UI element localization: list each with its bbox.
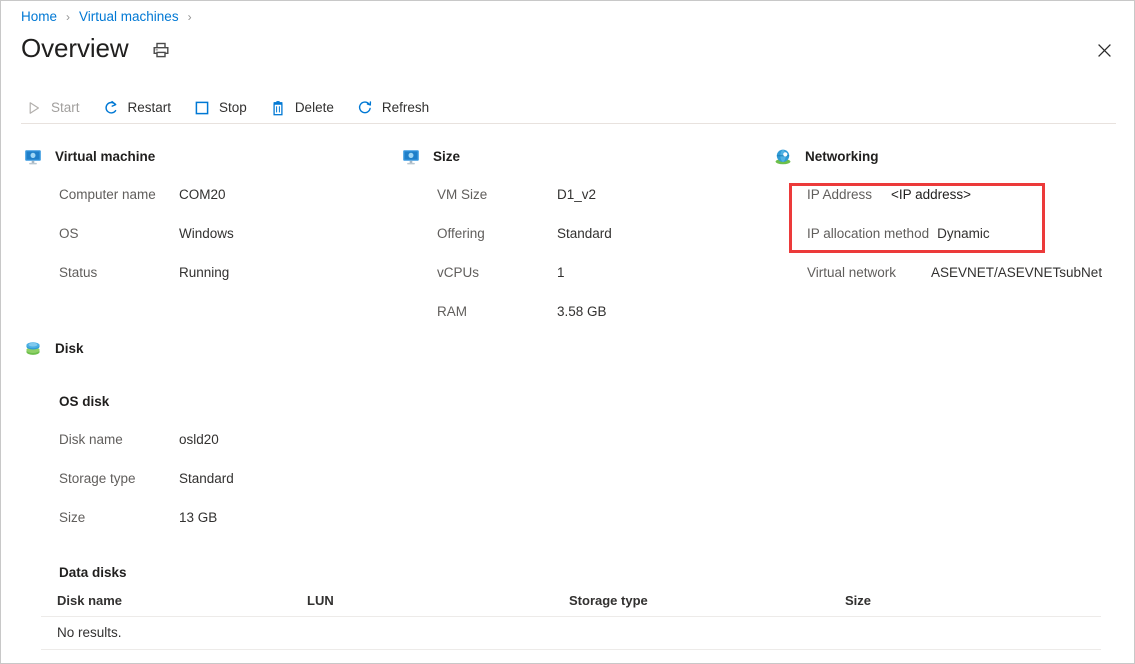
property-row: Storage type Standard [59,470,234,509]
refresh-button-label: Refresh [382,99,429,117]
column-header-size[interactable]: Size [845,592,1045,609]
stop-icon [193,99,211,117]
breadcrumb-separator-icon: › [66,8,70,26]
breadcrumb-item-home[interactable]: Home [21,8,57,26]
property-row: vCPUs 1 [437,264,612,303]
property-row: Offering Standard [437,225,612,264]
property-label: Disk name [59,431,179,449]
property-label: IP allocation method [807,225,929,243]
start-button[interactable]: Start [25,95,80,121]
virtual-machine-properties: Computer name COM20 OS Windows Status Ru… [59,186,234,303]
property-row-ip-address: IP Address <IP address> [807,186,1102,225]
play-icon [25,99,43,117]
property-label: Computer name [59,186,179,204]
globe-network-icon [773,147,793,167]
breadcrumb-separator-icon: › [188,8,192,26]
property-row-virtual-network: Virtual network ASEVNET/ASEVNETsubNet [807,264,1102,303]
breadcrumb: Home › Virtual machines › [21,8,201,26]
property-label: Storage type [59,470,179,488]
disk-stack-icon [23,339,43,359]
refresh-button[interactable]: Refresh [356,95,429,121]
section-size: Size VM Size D1_v2 Offering Standard vCP… [401,147,612,342]
data-disks-heading: Data disks [59,564,234,582]
property-row: RAM 3.58 GB [437,303,612,342]
section-header-size: Size [401,147,612,167]
property-value: Windows [179,225,234,243]
stop-button[interactable]: Stop [193,95,247,121]
data-disks-table: Disk name LUN Storage type Size No resul… [41,584,1101,650]
title-row: Overview [21,31,172,65]
property-value: Dynamic [937,225,990,243]
section-disk: Disk OS disk Disk name osld20 Storage ty… [23,339,234,582]
section-header-networking: Networking [773,147,1102,167]
delete-button-label: Delete [295,99,334,117]
property-row-ip-allocation-method: IP allocation method Dynamic [807,225,1102,264]
section-networking: Networking IP Address <IP address> IP al… [773,147,1102,303]
property-value: Standard [179,470,234,488]
table-header-row: Disk name LUN Storage type Size [41,584,1101,617]
property-value: <IP address> [891,186,971,204]
property-label: Status [59,264,179,282]
command-bar-divider [21,123,1116,124]
property-row: Disk name osld20 [59,431,234,470]
column-header-storage-type[interactable]: Storage type [569,592,845,609]
property-value: D1_v2 [557,186,596,204]
section-title-disk: Disk [55,340,84,358]
breadcrumb-item-virtual-machines[interactable]: Virtual machines [79,8,179,26]
refresh-icon [356,99,374,117]
trash-icon [269,99,287,117]
property-label: Size [59,509,179,527]
property-value: ASEVNET/ASEVNETsubNet [931,264,1102,282]
empty-state-text: No results. [41,624,307,642]
property-value: Standard [557,225,612,243]
section-title-networking: Networking [805,148,879,166]
property-row: VM Size D1_v2 [437,186,612,225]
property-value: 13 GB [179,509,217,527]
section-header-virtual-machine: Virtual machine [23,147,234,167]
property-value: 3.58 GB [557,303,607,321]
table-empty-row: No results. [41,617,1101,650]
property-label: OS [59,225,179,243]
property-row: OS Windows [59,225,234,264]
property-label: Virtual network [807,264,919,282]
property-value: 1 [557,264,565,282]
command-bar: Start Restart Stop [25,95,451,121]
section-title-size: Size [433,148,460,166]
property-label: vCPUs [437,264,557,282]
page-title: Overview [21,31,129,65]
section-title-virtual-machine: Virtual machine [55,148,155,166]
property-label: IP Address [807,186,879,204]
os-disk-heading: OS disk [59,393,234,411]
size-properties: VM Size D1_v2 Offering Standard vCPUs 1 … [437,186,612,342]
restart-button-label: Restart [128,99,172,117]
property-value: Running [179,264,229,282]
close-icon[interactable] [1091,37,1117,63]
overview-blade: Home › Virtual machines › Overview [0,0,1135,664]
property-row: Status Running [59,264,234,303]
restart-button[interactable]: Restart [102,95,172,121]
section-header-disk: Disk [23,339,234,359]
property-label: VM Size [437,186,557,204]
property-value: osld20 [179,431,219,449]
property-label: RAM [437,303,557,321]
delete-button[interactable]: Delete [269,95,334,121]
restart-icon [102,99,120,117]
os-disk-properties: Disk name osld20 Storage type Standard S… [59,431,234,548]
property-row: Size 13 GB [59,509,234,548]
os-disk-group: OS disk Disk name osld20 Storage type St… [59,393,234,582]
start-button-label: Start [51,99,80,117]
networking-properties: IP Address <IP address> IP allocation me… [807,186,1102,303]
column-header-disk-name[interactable]: Disk name [41,592,307,609]
property-label: Offering [437,225,557,243]
property-value: COM20 [179,186,226,204]
stop-button-label: Stop [219,99,247,117]
property-row: Computer name COM20 [59,186,234,225]
printer-icon[interactable] [150,39,172,61]
section-virtual-machine: Virtual machine Computer name COM20 OS W… [23,147,234,303]
monitor-icon [23,147,43,167]
monitor-icon [401,147,421,167]
column-header-lun[interactable]: LUN [307,592,569,609]
